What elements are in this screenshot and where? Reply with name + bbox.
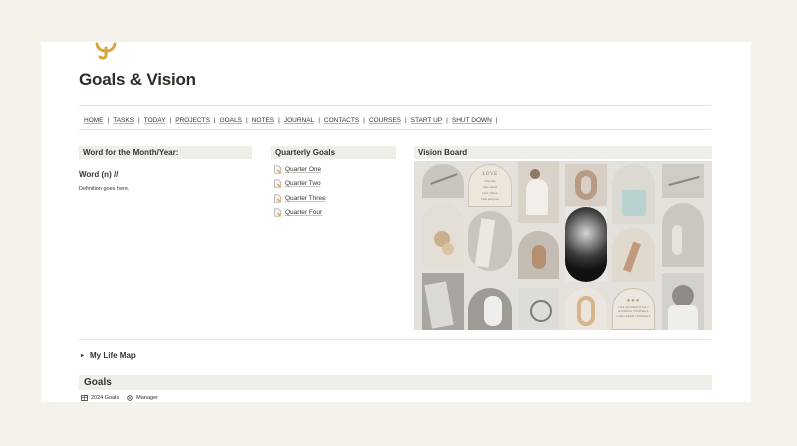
nav-link-shut-down[interactable]: SHUT DOWN xyxy=(452,117,492,124)
love-card-title: LOVE xyxy=(482,172,498,177)
divider xyxy=(79,129,711,130)
logo-icon xyxy=(95,42,117,60)
table-icon xyxy=(81,395,88,401)
love-card-line: One heart xyxy=(483,185,497,189)
vision-image xyxy=(662,273,704,330)
nav-link-courses[interactable]: COURSES xyxy=(369,117,401,124)
nav-link-home[interactable]: HOME xyxy=(84,117,104,124)
vision-image xyxy=(518,161,559,223)
nav-separator: | xyxy=(405,117,407,124)
vision-image xyxy=(565,164,607,206)
nav-link-journal[interactable]: JOURNAL xyxy=(284,117,314,124)
page-icon xyxy=(274,179,282,188)
love-card-lines: One life One heart One vision One purpose xyxy=(469,179,511,201)
quarter-link[interactable]: Quarter Two xyxy=(273,177,326,192)
nav-link-tasks[interactable]: TASKS xyxy=(113,117,134,124)
word-of-year: Word (n) // xyxy=(79,170,119,179)
vision-image xyxy=(518,231,559,279)
goals-heading: Goals xyxy=(79,375,712,390)
affirmation-lines: LIVE AUTHENTICALLY EXPRESS YOURSELF CHALLE… xyxy=(613,306,654,318)
vision-image xyxy=(422,203,464,267)
quarterly-heading: Quarterly Goals xyxy=(271,146,396,159)
love-card-line: One life xyxy=(484,179,496,183)
divider xyxy=(79,105,711,106)
quarter-label: Quarter Two xyxy=(285,180,321,188)
my-life-map-label: My Life Map xyxy=(90,351,136,360)
vision-image xyxy=(422,273,464,330)
view-tab-label: 2024 Goals xyxy=(91,395,120,401)
quarterly-list: Quarter One Quarter Two Quarter Three Quart… xyxy=(273,162,326,220)
quarter-link[interactable]: Quarter One xyxy=(273,162,326,177)
my-life-map-toggle[interactable]: ▸ My Life Map xyxy=(81,351,136,360)
vision-image xyxy=(612,164,655,224)
nav-separator: | xyxy=(446,117,448,124)
view-tab-label: Manager xyxy=(136,395,158,401)
nav-separator: | xyxy=(138,117,140,124)
nav-link-today[interactable]: TODAY xyxy=(144,117,166,124)
love-card-line: One purpose xyxy=(481,197,499,201)
vision-image xyxy=(565,288,607,330)
love-card: LOVE One life One heart One vision One purp… xyxy=(468,164,512,207)
page-icon xyxy=(274,165,282,174)
word-definition: Definition goes here. xyxy=(79,186,130,192)
quarter-link[interactable]: Quarter Four xyxy=(273,206,326,221)
toggle-arrow-icon[interactable]: ▸ xyxy=(81,352,84,359)
nav-bar: HOME | TASKS | TODAY | PROJECTS | GOALS | NOTES | JO… xyxy=(84,117,502,124)
quarter-label: Quarter Three xyxy=(285,194,326,202)
vision-image xyxy=(662,164,704,198)
nav-separator: | xyxy=(107,117,110,124)
vision-image xyxy=(565,207,607,282)
affirmation-line: LIVE AUTHENTICALLY xyxy=(618,305,649,309)
vision-image xyxy=(468,211,512,271)
nav-separator: | xyxy=(363,117,365,124)
quarter-link[interactable]: Quarter Three xyxy=(273,191,326,206)
affirmation-line: EXPRESS YOURSELF xyxy=(618,310,649,313)
page-icon xyxy=(274,194,282,203)
view-tab-2024-goals[interactable]: 2024 Goals xyxy=(81,395,119,401)
affirmation-card: ●●● LIVE AUTHENTICALLY EXPRESS YOURSELF CH… xyxy=(612,288,655,330)
gear-icon xyxy=(127,395,133,401)
nav-link-start-up[interactable]: START UP xyxy=(411,117,442,124)
nav-link-projects[interactable]: PROJECTS xyxy=(175,117,210,124)
divider xyxy=(79,339,711,340)
love-card-line: One vision xyxy=(482,191,498,195)
goals-view-tabs: 2024 Goals Manager xyxy=(81,395,166,401)
page-title: Goals & Vision xyxy=(79,70,196,89)
vision-image xyxy=(612,228,655,282)
nav-link-goals[interactable]: GOALS xyxy=(220,117,242,124)
vision-board: LOVE One life One heart One vision One purp… xyxy=(414,161,712,330)
vision-image xyxy=(518,288,559,330)
nav-separator: | xyxy=(213,117,216,124)
nav-separator: | xyxy=(495,117,498,124)
quarter-label: Quarter One xyxy=(285,165,322,173)
page-card: Goals & Vision HOME | TASKS | TODAY | PROJECTS… xyxy=(41,42,751,402)
vision-image xyxy=(422,164,464,198)
nav-separator: | xyxy=(169,117,172,124)
word-heading: Word for the Month/Year: xyxy=(79,146,252,159)
vision-image xyxy=(662,203,704,267)
vision-heading: Vision Board xyxy=(414,146,712,159)
nav-separator: | xyxy=(278,117,280,124)
nav-separator: | xyxy=(318,117,320,124)
nav-link-contacts[interactable]: CONTACTS xyxy=(324,117,359,124)
page-icon xyxy=(274,208,282,217)
nav-separator: | xyxy=(246,117,248,124)
nav-link-notes[interactable]: NOTES xyxy=(252,117,274,124)
view-tab-manager[interactable]: Manager xyxy=(127,395,158,401)
quarter-label: Quarter Four xyxy=(285,209,323,217)
vision-image xyxy=(468,288,512,330)
affirmation-line: CHALLENGE YOURSELF xyxy=(616,314,651,318)
